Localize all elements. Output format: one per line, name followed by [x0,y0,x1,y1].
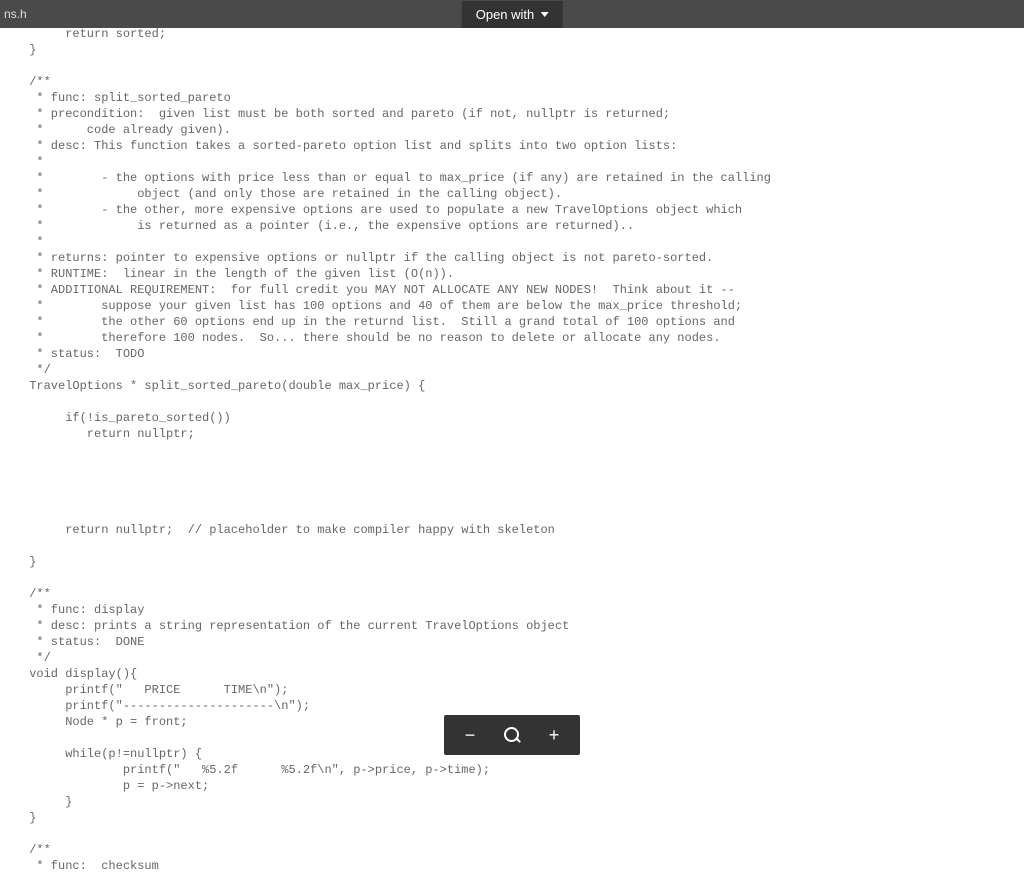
zoom-out-button[interactable]: − [460,725,480,745]
zoom-in-button[interactable]: + [544,725,564,745]
open-with-button[interactable]: Open with [462,1,563,28]
caret-down-icon [540,12,548,17]
zoom-toolbar: − + [444,715,580,755]
filename-label: ns.h [0,7,27,21]
top-toolbar: ns.h Open with [0,0,1024,28]
open-with-label: Open with [476,7,535,22]
magnify-icon [502,725,522,745]
